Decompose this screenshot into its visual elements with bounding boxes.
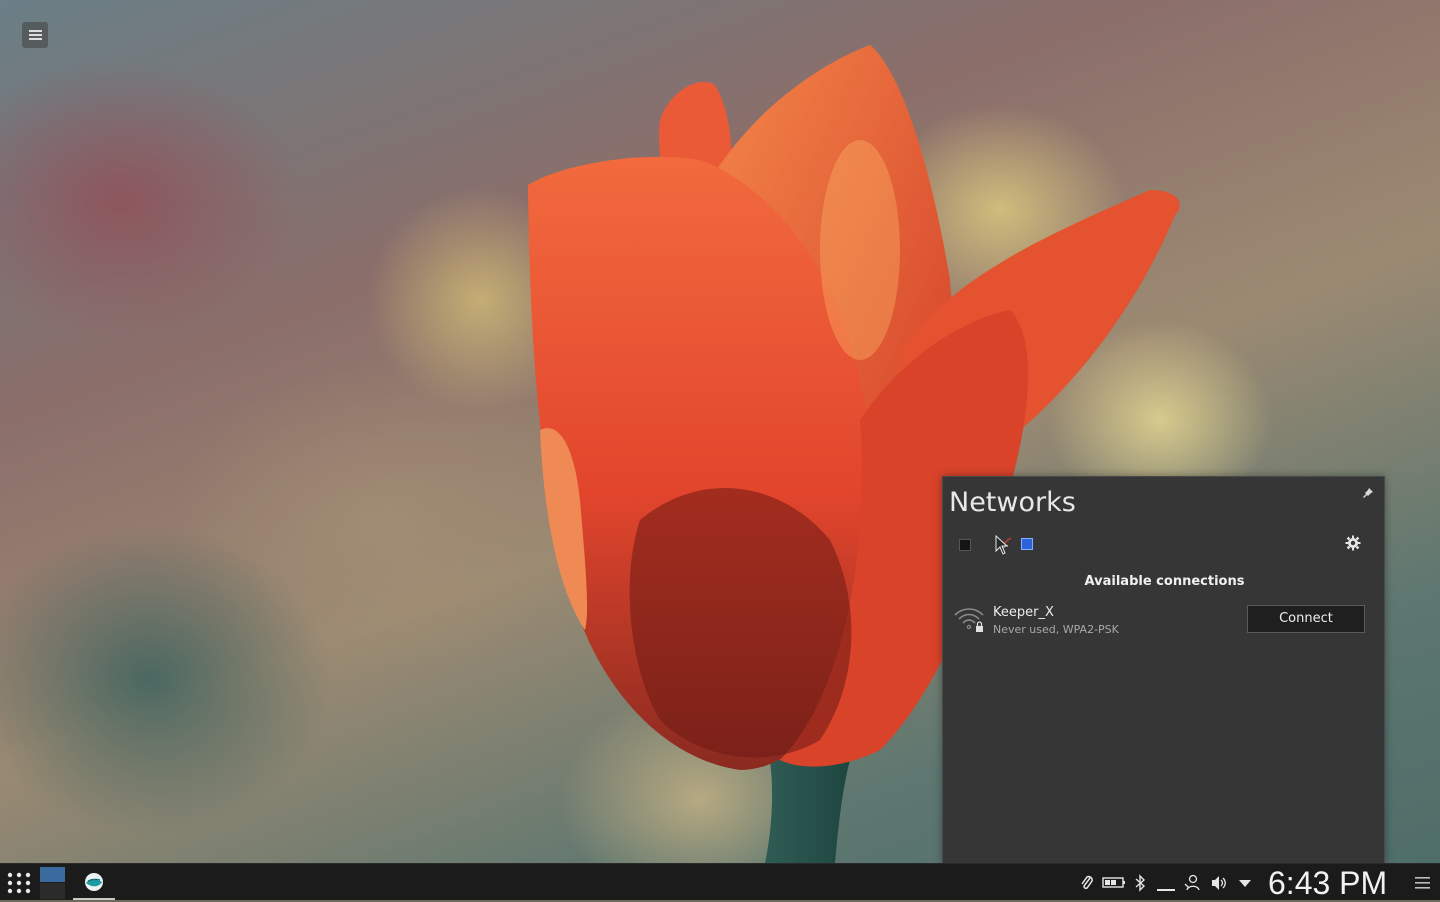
- connect-button[interactable]: Connect: [1247, 605, 1365, 633]
- app-grid-icon[interactable]: [7, 872, 31, 894]
- network-toolbar: [955, 535, 1375, 555]
- popup-title: Networks: [949, 487, 1076, 518]
- desktop-2[interactable]: [40, 883, 65, 899]
- network-details: Never used, WPA2-PSK: [993, 623, 1119, 636]
- mouse-cursor-icon: [995, 535, 1009, 555]
- display-icon[interactable]: [1156, 874, 1176, 892]
- wired-toggle-checkbox[interactable]: [959, 539, 971, 551]
- available-connections-header: Available connections: [1084, 574, 1245, 589]
- paperclip-icon[interactable]: [1080, 874, 1094, 892]
- expand-arrow-icon[interactable]: [1238, 874, 1252, 892]
- wireless-toggle-checkbox[interactable]: [1021, 538, 1033, 550]
- wifi-locked-icon: [954, 608, 984, 632]
- app-icon: [85, 873, 103, 891]
- virtual-desktop-pager[interactable]: [40, 867, 65, 899]
- clock[interactable]: 6:43 PM: [1268, 864, 1387, 901]
- taskbar: 6:43 PM: [0, 863, 1440, 901]
- network-list-item[interactable]: Keeper_X Never used, WPA2-PSK Connect: [951, 601, 1379, 643]
- taskbar-task-item[interactable]: [73, 864, 115, 900]
- pin-icon[interactable]: [1362, 487, 1374, 499]
- user-icon[interactable]: [1184, 874, 1200, 892]
- desktop-1[interactable]: [40, 867, 65, 882]
- network-name: Keeper_X: [993, 605, 1054, 620]
- hamburger-icon[interactable]: [1415, 876, 1430, 890]
- gear-icon[interactable]: [1345, 535, 1361, 551]
- system-tray: [1076, 864, 1256, 901]
- battery-icon[interactable]: [1102, 874, 1126, 890]
- desktop-menu-button[interactable]: [22, 22, 48, 48]
- hamburger-icon: [28, 34, 42, 36]
- bluetooth-icon[interactable]: [1134, 874, 1146, 892]
- volume-icon[interactable]: [1210, 874, 1228, 892]
